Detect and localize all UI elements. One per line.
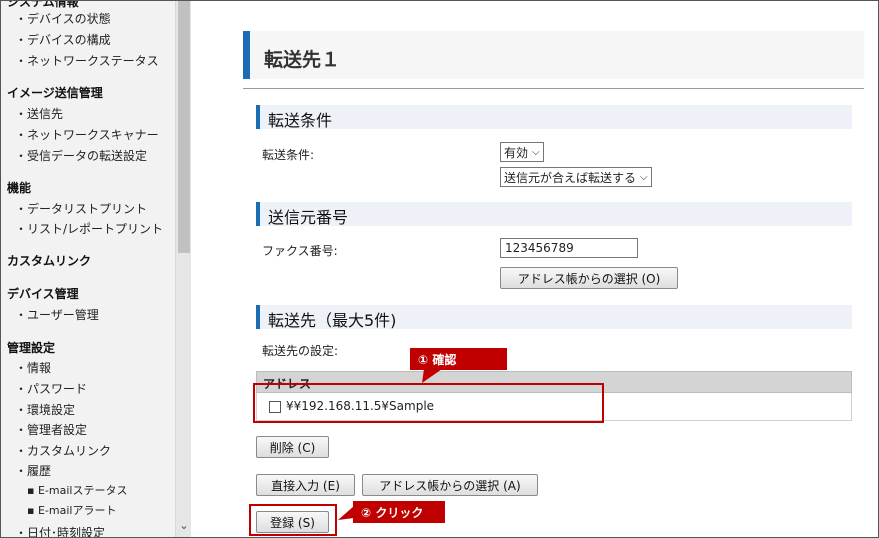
page-title: 転送先１ [264, 49, 341, 71]
click-callout-pointer [338, 506, 354, 520]
transfer-mode-select[interactable]: 送信元が合えば転送する ⌵ [500, 167, 652, 187]
section-sender-number: 送信元番号 [256, 202, 852, 227]
section-destinations: 転送先（最大5件) [256, 305, 852, 330]
scrollbar-thumb[interactable] [178, 1, 190, 253]
destination-setting-label: 転送先の設定: [262, 344, 339, 358]
section-transfer-condition: 転送条件 [256, 105, 852, 130]
scroll-down-chevron-icon[interactable]: ⌄ [176, 519, 192, 533]
sidebar-item-custom-link[interactable]: ・カスタムリンク [1, 442, 111, 459]
sidebar-item-network-status[interactable]: ・ネットワークステータス [1, 52, 159, 69]
sidebar-item-destinations[interactable]: ・送信先 [1, 105, 63, 122]
confirm-callout-pointer [422, 369, 442, 383]
chevron-down-icon: ⌵ [640, 171, 648, 183]
sidebar-group-admin-settings[interactable]: 管理設定 [1, 339, 55, 356]
sidebar-item-date-time[interactable]: ・日付･時刻設定 [1, 524, 105, 537]
sidebar-item-list-report-print[interactable]: ・リスト/レポートプリント [1, 220, 163, 237]
fax-number-input[interactable]: 123456789 [500, 238, 638, 258]
sidebar-group-device-management[interactable]: デバイス管理 [1, 285, 79, 302]
click-callout: ② クリック [353, 501, 445, 523]
sidebar-item-data-list-print[interactable]: ・データリストプリント [1, 200, 147, 217]
sidebar-item-user-management[interactable]: ・ユーザー管理 [1, 306, 99, 323]
destination-address-book-button[interactable]: アドレス帳からの選択 (A) [362, 474, 538, 496]
sidebar-item-received-data-transfer[interactable]: ・受信データの転送設定 [1, 147, 147, 164]
sidebar-subitem-email-alert[interactable]: ▪ E-mailアラート [1, 502, 116, 518]
sidebar-group-image-send[interactable]: イメージ送信管理 [1, 84, 103, 101]
enable-select[interactable]: 有効 ⌵ [500, 142, 544, 162]
main-content: 転送先１ 転送条件 転送条件: 有効 ⌵ 送信元が合えば転送する ⌵ 送信元番号 フ… [192, 1, 878, 537]
section-heading: 送信元番号 [268, 208, 349, 227]
chevron-down-icon: ⌵ [532, 146, 540, 158]
section-heading: 転送条件 [268, 111, 333, 130]
sidebar-item-environment[interactable]: ・環境設定 [1, 401, 75, 418]
transfer-condition-label: 転送条件: [262, 148, 315, 162]
sidebar-nav: システム情報 ・デバイスの状態 ・デバイスの構成 ・ネットワークステータス イメ… [1, 1, 175, 537]
screenshot-frame: システム情報 ・デバイスの状態 ・デバイスの構成 ・ネットワークステータス イメ… [0, 0, 879, 538]
sidebar-group-functions[interactable]: 機能 [1, 179, 31, 196]
title-divider [243, 88, 864, 89]
confirm-callout: ① 確認 [410, 348, 507, 370]
sidebar-scrollbar[interactable]: ⌄ [175, 1, 192, 537]
sender-address-book-button[interactable]: アドレス帳からの選択 (O) [500, 267, 678, 289]
confirm-highlight-box [253, 383, 604, 423]
section-heading: 転送先（最大5件) [268, 311, 397, 330]
register-highlight-box [249, 504, 337, 536]
fax-number-label: ファクス番号: [262, 244, 338, 258]
sidebar-group-system-info[interactable]: システム情報 [1, 1, 79, 10]
sidebar-item-info[interactable]: ・情報 [1, 359, 51, 376]
sidebar-item-history[interactable]: ・履歴 [1, 462, 51, 479]
sidebar-item-device-config[interactable]: ・デバイスの構成 [1, 31, 111, 48]
sidebar-item-network-scanner[interactable]: ・ネットワークスキャナー [1, 126, 159, 143]
direct-input-button[interactable]: 直接入力 (E) [256, 474, 355, 496]
sidebar-item-password[interactable]: ・パスワード [1, 380, 87, 397]
sidebar-subitem-email-status[interactable]: ▪ E-mailステータス [1, 482, 127, 498]
sidebar-item-admin-config[interactable]: ・管理者設定 [1, 421, 87, 438]
page-title-banner: 転送先１ [243, 31, 864, 79]
delete-button[interactable]: 削除 (C) [256, 436, 329, 458]
sidebar-group-custom-link[interactable]: カスタムリンク [1, 252, 91, 269]
sidebar-item-device-status[interactable]: ・デバイスの状態 [1, 10, 111, 27]
